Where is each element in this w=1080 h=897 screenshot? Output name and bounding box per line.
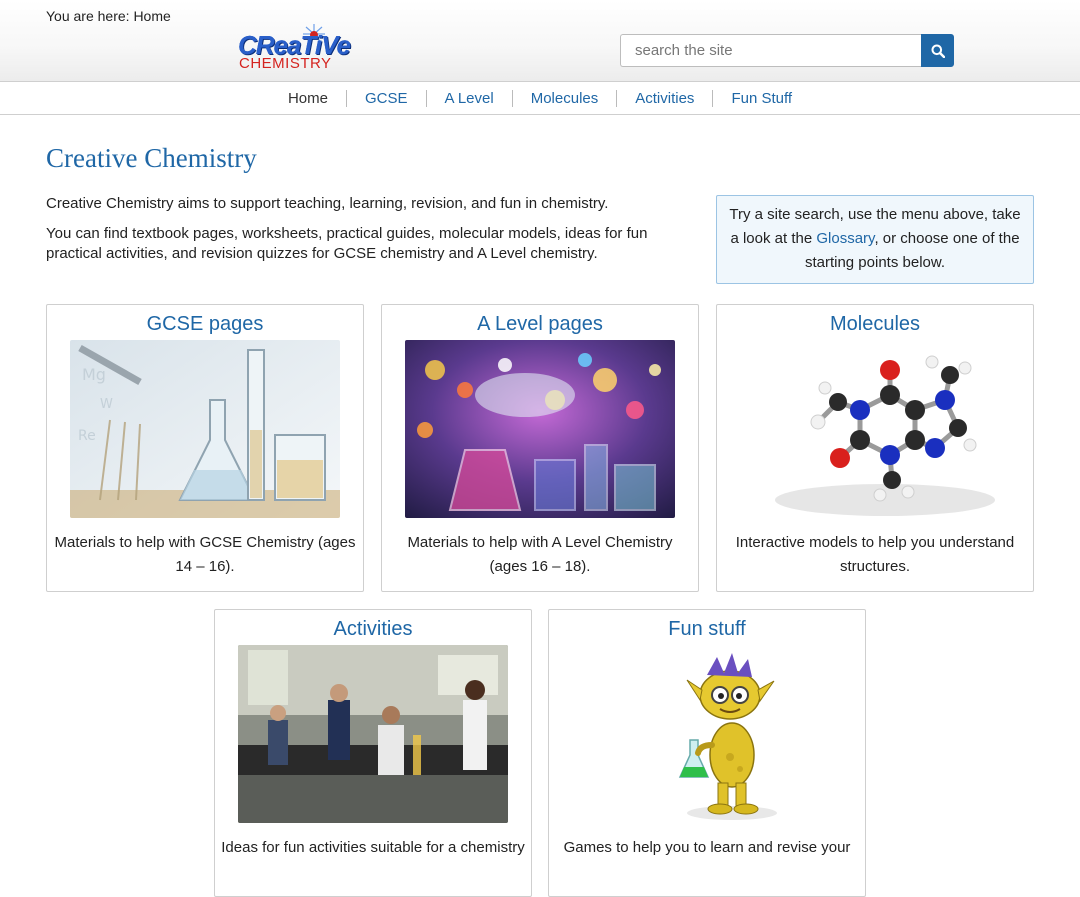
card-activities: Activities Ideas for fun activities suit… — [214, 609, 532, 897]
nav-item-fun-stuff[interactable]: Fun Stuff — [712, 89, 810, 107]
glossary-link[interactable]: Glossary — [816, 230, 874, 247]
search-button[interactable] — [921, 34, 954, 67]
nav-item-a-level[interactable]: A Level — [425, 89, 512, 107]
cartoon-monster-image — [572, 645, 842, 823]
lab-glassware-image: Mg W Re — [70, 340, 340, 518]
card-desc-fun-stuff: Games to help you to learn and revise yo… — [563, 839, 851, 856]
main-nav: Home GCSE A Level Molecules Activities F… — [0, 82, 1080, 115]
card-title-molecules[interactable]: Molecules — [717, 312, 1033, 336]
intro-paragraph-1: Creative Chemistry aims to support teach… — [46, 195, 609, 212]
tip-box: Try a site search, use the menu above, t… — [716, 195, 1034, 284]
nav-item-gcse[interactable]: GCSE — [345, 89, 426, 107]
svg-text:W: W — [100, 397, 113, 412]
site-logo[interactable]: CReaTiVe CHEMISTRY — [236, 24, 351, 78]
card-desc-molecules: Interactive models to help you understan… — [735, 534, 1015, 575]
nav-item-molecules[interactable]: Molecules — [511, 89, 617, 107]
card-fun-stuff: Fun stuff Games to help you to learn and… — [548, 609, 866, 897]
page-title: Creative Chemistry — [46, 143, 257, 173]
classroom-image — [238, 645, 508, 823]
svg-text:Mg: Mg — [82, 365, 106, 384]
card-title-activities[interactable]: Activities — [215, 617, 531, 641]
fun-stuff-image[interactable] — [572, 645, 842, 823]
breadcrumb: You are here: Home — [46, 8, 171, 24]
svg-text:Re: Re — [78, 428, 96, 444]
nav-item-home[interactable]: Home — [270, 90, 346, 107]
card-desc-gcse: Materials to help with GCSE Chemistry (a… — [54, 534, 356, 575]
nav-item-activities[interactable]: Activities — [616, 89, 712, 107]
logo-bottom-text: CHEMISTRY — [239, 55, 332, 72]
site-header: You are here: Home CReaTiVe CHEMISTRY — [0, 0, 1080, 82]
intro-text: Creative Chemistry aims to support teach… — [46, 194, 686, 274]
molecules-image[interactable] — [740, 340, 1010, 518]
card-title-a-level[interactable]: A Level pages — [382, 312, 698, 336]
search-form — [620, 34, 954, 67]
card-a-level: A Level pages Materials to help with A L… — [381, 304, 699, 592]
gcse-image[interactable]: Mg W Re — [70, 340, 340, 518]
card-title-gcse[interactable]: GCSE pages — [47, 312, 363, 336]
card-desc-activities: Ideas for fun activities suitable for a … — [221, 839, 525, 856]
card-title-fun-stuff[interactable]: Fun stuff — [549, 617, 865, 641]
search-icon — [931, 44, 945, 58]
intro-paragraph-2: You can find textbook pages, worksheets,… — [46, 225, 648, 262]
card-gcse: GCSE pages Mg W Re Materials to help wit… — [46, 304, 364, 592]
molecule-model-image — [740, 340, 1010, 518]
colorful-lab-image — [405, 340, 675, 518]
search-input[interactable] — [620, 34, 922, 67]
card-molecules: Molecules Interactive models to help you… — [716, 304, 1034, 592]
activities-image[interactable] — [238, 645, 508, 823]
a-level-image[interactable] — [405, 340, 675, 518]
card-desc-a-level: Materials to help with A Level Chemistry… — [407, 534, 673, 575]
